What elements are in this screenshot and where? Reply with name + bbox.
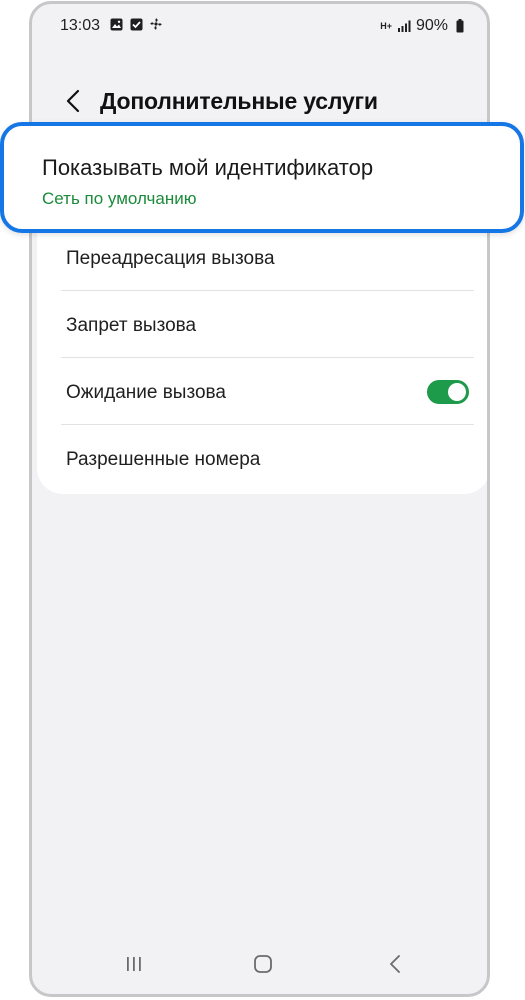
caller-id-item[interactable]: Показывать мой идентификатор Сеть по умо… xyxy=(0,122,524,233)
list-item-fixed-dialing[interactable]: Разрешенные номера xyxy=(37,427,487,494)
chevron-left-icon xyxy=(66,89,80,113)
checkbox-icon xyxy=(129,17,143,31)
network-type: H+ xyxy=(380,20,392,31)
list-item-label: Ожидание вызова xyxy=(66,382,226,403)
back-icon xyxy=(390,955,400,973)
list-item-call-barring[interactable]: Запрет вызова xyxy=(37,293,487,360)
back-button[interactable] xyxy=(58,86,88,116)
divider xyxy=(61,424,474,425)
nav-back-button[interactable] xyxy=(375,944,415,984)
list-item-label: Переадресация вызова xyxy=(66,248,275,269)
list-item-label: Запрет вызова xyxy=(66,315,197,336)
navigation-bar xyxy=(32,934,487,994)
recents-icon xyxy=(127,957,141,971)
caller-id-subtitle: Сеть по умолчанию xyxy=(42,189,197,208)
status-bar: 13:03 H+ 90% xyxy=(32,4,487,48)
list-item-call-waiting[interactable]: Ожидание вызова xyxy=(37,360,487,427)
call-waiting-toggle[interactable] xyxy=(427,380,469,404)
divider xyxy=(61,357,474,358)
image-icon xyxy=(109,17,123,31)
list-item-label: Разрешенные номера xyxy=(66,449,261,470)
divider xyxy=(61,290,474,291)
status-time: 13:03 xyxy=(60,17,101,34)
caller-id-title: Показывать мой идентификатор xyxy=(42,155,374,180)
signal-icon xyxy=(397,19,411,33)
recents-button[interactable] xyxy=(114,944,154,984)
home-button[interactable] xyxy=(243,944,283,984)
status-icons-left xyxy=(109,17,163,31)
status-icons-right: H+ 90% xyxy=(380,17,467,35)
list-item-call-forwarding[interactable]: Переадресация вызова xyxy=(37,226,487,293)
battery-icon xyxy=(453,19,467,33)
page-title: Дополнительные услуги xyxy=(100,88,378,114)
battery-percent: 90% xyxy=(415,17,448,34)
home-icon xyxy=(254,955,272,973)
fan-icon xyxy=(149,17,163,31)
toggle-knob xyxy=(448,383,466,401)
